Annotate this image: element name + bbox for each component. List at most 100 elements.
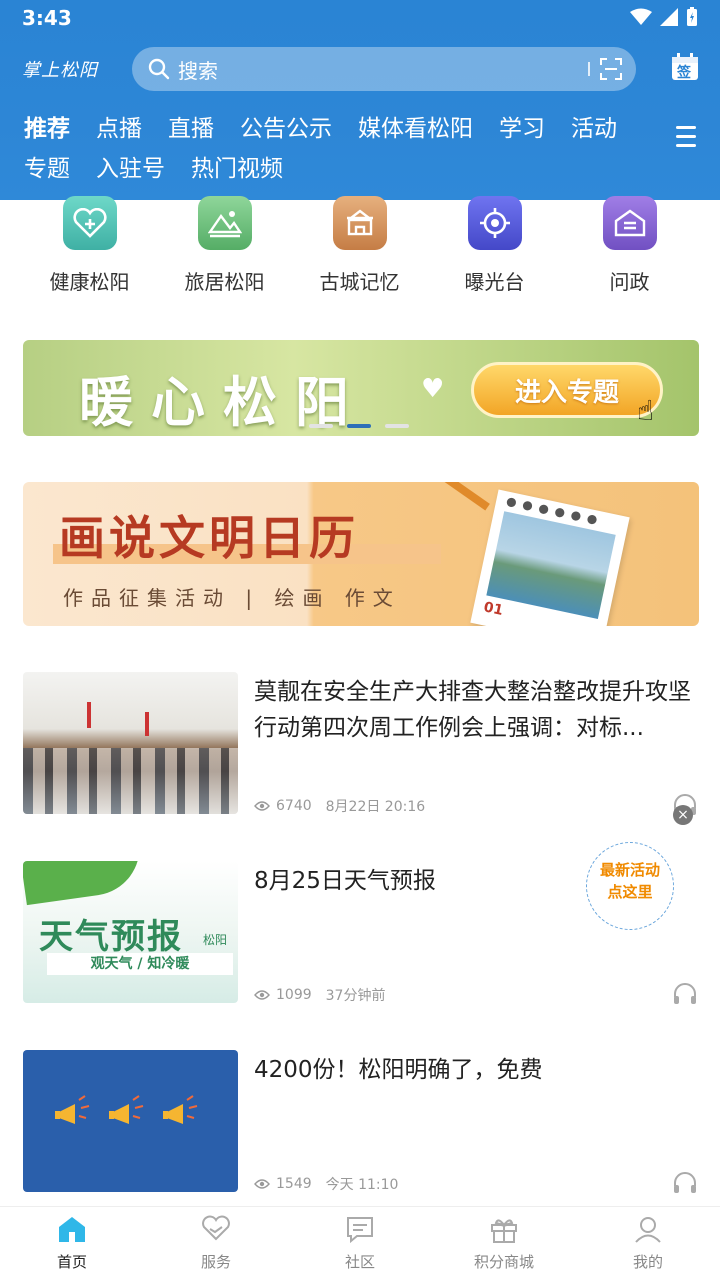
tab-points-mall[interactable]: 积分商城 bbox=[432, 1207, 576, 1280]
quick-entry-travel[interactable]: 旅居松阳 bbox=[157, 196, 292, 306]
health-icon bbox=[62, 196, 117, 250]
carousel-indicator bbox=[309, 424, 409, 428]
tab-activity[interactable]: 活动 bbox=[571, 114, 617, 144]
quick-entry-label: 古城记忆 bbox=[319, 270, 400, 294]
search-divider bbox=[588, 62, 590, 76]
warm-heart-banner[interactable]: 暖心松阳 ♥ 进入专题 ☝ bbox=[23, 340, 699, 436]
sign-in-button[interactable]: 签 bbox=[670, 52, 700, 86]
channel-menu-icon[interactable] bbox=[676, 126, 696, 153]
quick-entry-ancient-city[interactable]: 古城记忆 bbox=[292, 196, 427, 306]
chat-icon bbox=[347, 1217, 373, 1244]
thumb-subtitle: 观天气 / 知冷暖 bbox=[47, 953, 233, 975]
ancient-city-icon bbox=[332, 196, 387, 250]
tab-live[interactable]: 直播 bbox=[168, 114, 214, 144]
quick-entry-label: 曝光台 bbox=[464, 270, 525, 294]
tab-topic[interactable]: 专题 bbox=[24, 154, 70, 184]
tab-notice[interactable]: 公告公示 bbox=[240, 114, 332, 144]
news-thumbnail bbox=[23, 1050, 238, 1192]
wifi-icon bbox=[630, 8, 652, 25]
float-line2: 点这里 bbox=[607, 883, 653, 901]
heart-icon: ♥ bbox=[421, 374, 445, 404]
quick-entry-label: 旅居松阳 bbox=[184, 270, 265, 294]
news-views: 6740 bbox=[276, 798, 312, 814]
user-icon bbox=[635, 1217, 661, 1243]
latest-activity-float-button[interactable]: × 最新活动 点这里 bbox=[586, 805, 693, 930]
tab-recommend[interactable]: 推荐 bbox=[24, 114, 70, 144]
news-title: 4200份！松阳明确了，免费 bbox=[254, 1057, 543, 1083]
tab-label: 我的 bbox=[632, 1253, 663, 1271]
news-meta: 1549 今天 11:10 bbox=[254, 1174, 398, 1194]
quick-entry-inquiry[interactable]: 问政 bbox=[562, 196, 697, 306]
status-icons bbox=[630, 7, 698, 27]
home-icon bbox=[59, 1217, 85, 1242]
calendar-number: 01 bbox=[482, 599, 505, 619]
carousel-dot bbox=[385, 424, 409, 428]
search-icon bbox=[148, 58, 170, 80]
tab-hot-video[interactable]: 热门视频 bbox=[191, 154, 283, 184]
headphones-icon[interactable] bbox=[672, 1170, 698, 1194]
tab-mine[interactable]: 我的 bbox=[576, 1207, 720, 1280]
news-views: 1549 bbox=[276, 1176, 312, 1192]
eye-icon bbox=[254, 990, 270, 1000]
thumb-title: 天气预报 bbox=[39, 917, 183, 957]
mountain-icon bbox=[197, 196, 252, 250]
calendar-photo bbox=[486, 511, 616, 620]
tab-community[interactable]: 社区 bbox=[288, 1207, 432, 1280]
gift-icon bbox=[491, 1219, 517, 1243]
bottom-tab-bar: 首页 服务 社区 积分商城 我的 bbox=[0, 1206, 720, 1280]
tab-service[interactable]: 服务 bbox=[144, 1207, 288, 1280]
news-views: 1099 bbox=[276, 987, 312, 1003]
quick-entry-health[interactable]: 健康松阳 bbox=[22, 196, 157, 306]
desk-calendar-image: ●●●●●● 01 bbox=[470, 489, 630, 626]
quick-entry-label: 健康松阳 bbox=[49, 270, 130, 294]
pencil-icon bbox=[436, 482, 490, 511]
close-icon[interactable]: × bbox=[673, 805, 693, 825]
banner-subtitle: 作品征集活动 | 绘画 作文 bbox=[63, 586, 401, 610]
tab-label: 积分商城 bbox=[473, 1253, 534, 1271]
news-time: 37分钟前 bbox=[325, 988, 386, 1004]
tab-account[interactable]: 入驻号 bbox=[96, 154, 165, 184]
news-time: 今天 11:10 bbox=[325, 1177, 399, 1193]
thumb-tag: 松阳 bbox=[203, 933, 228, 947]
quick-entry-exposure[interactable]: 曝光台 bbox=[427, 196, 562, 306]
news-title: 莫靓在安全生产大排查大整治整改提升攻坚行动第四次周工作例会上强调：对标... bbox=[254, 679, 691, 741]
news-meta: 6740 8月22日 20:16 bbox=[254, 796, 425, 816]
scan-icon[interactable] bbox=[600, 58, 622, 80]
tab-vod[interactable]: 点播 bbox=[96, 114, 142, 144]
tab-label: 社区 bbox=[344, 1253, 375, 1271]
enter-topic-button[interactable]: 进入专题 bbox=[471, 362, 663, 418]
channel-tabs: 推荐 点播 直播 公告公示 媒体看松阳 学习 活动 专题 入驻号 热门视频 bbox=[24, 114, 664, 184]
eye-icon bbox=[254, 1179, 270, 1189]
news-item[interactable]: 4200份！松阳明确了，免费 1549 今天 11:10 bbox=[0, 1050, 720, 1194]
headphones-icon[interactable] bbox=[672, 981, 698, 1005]
carousel-dot bbox=[309, 424, 333, 428]
tab-home[interactable]: 首页 bbox=[0, 1207, 144, 1280]
tab-label: 首页 bbox=[56, 1253, 87, 1271]
civilization-calendar-banner[interactable]: 画说文明日历 作品征集活动 | 绘画 作文 ●●●●●● 01 bbox=[23, 482, 699, 626]
status-time: 3:43 bbox=[22, 6, 72, 30]
news-thumbnail bbox=[23, 672, 238, 814]
quick-entry-label: 问政 bbox=[609, 270, 650, 294]
news-meta: 1099 37分钟前 bbox=[254, 985, 385, 1005]
carousel-dot-active bbox=[347, 424, 371, 428]
tab-media[interactable]: 媒体看松阳 bbox=[358, 114, 473, 144]
tab-study[interactable]: 学习 bbox=[499, 114, 545, 144]
app-logo: 掌上松阳 bbox=[22, 60, 98, 81]
quick-entry-row: 健康松阳 旅居松阳 古城记忆 曝光台 问政 bbox=[0, 196, 720, 306]
status-bar: 3:43 bbox=[0, 0, 720, 38]
search-input[interactable]: 搜索 bbox=[132, 47, 636, 91]
app-header: 3:43 掌上松阳 搜索 签 推荐 点播 直播 公告公示 媒体看松阳 学习 活动… bbox=[0, 0, 720, 200]
banner-title: 画说文明日历 bbox=[59, 511, 359, 565]
tab-label: 服务 bbox=[200, 1253, 231, 1271]
house-icon bbox=[602, 196, 657, 250]
float-line1: 最新活动 bbox=[599, 861, 660, 879]
search-placeholder: 搜索 bbox=[178, 58, 218, 83]
news-item[interactable]: 莫靓在安全生产大排查大整治整改提升攻坚行动第四次周工作例会上强调：对标... 6… bbox=[0, 672, 720, 816]
news-time: 8月22日 20:16 bbox=[325, 799, 426, 815]
pointing-hand-icon: ☝ bbox=[637, 394, 655, 427]
sign-label: 签 bbox=[677, 65, 691, 81]
news-thumbnail: 天气预报 松阳 观天气 / 知冷暖 bbox=[23, 861, 238, 1003]
eye-icon bbox=[254, 801, 270, 811]
target-icon bbox=[467, 196, 522, 250]
signal-icon bbox=[660, 8, 678, 26]
